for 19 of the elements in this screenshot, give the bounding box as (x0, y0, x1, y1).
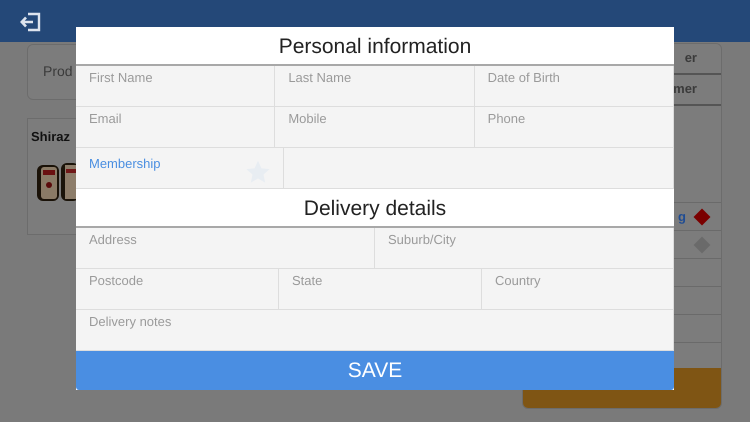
product-title: Shiraz (31, 128, 70, 146)
membership-label: Membership (89, 155, 161, 173)
input-field[interactable]: Date of Birth (474, 66, 674, 107)
input-field[interactable] (284, 148, 674, 189)
input-field[interactable]: Suburb/City (375, 228, 674, 269)
save-button[interactable]: SAVE (76, 351, 674, 390)
input-field[interactable]: Postcode (76, 269, 279, 310)
input-field[interactable]: Delivery notes (76, 310, 674, 351)
item-link[interactable]: g (678, 206, 686, 226)
input-field[interactable]: Last Name (275, 66, 475, 107)
input-field[interactable]: Email (76, 107, 276, 148)
input-field[interactable]: Phone (474, 107, 674, 148)
membership-field[interactable]: Membership (76, 148, 284, 189)
input-field[interactable]: Country (482, 269, 674, 310)
input-field[interactable]: First Name (76, 66, 276, 107)
input-field[interactable]: State (279, 269, 482, 310)
input-field[interactable]: Mobile (275, 107, 475, 148)
exit-icon[interactable] (20, 10, 42, 33)
input-field[interactable]: Address (76, 228, 375, 269)
